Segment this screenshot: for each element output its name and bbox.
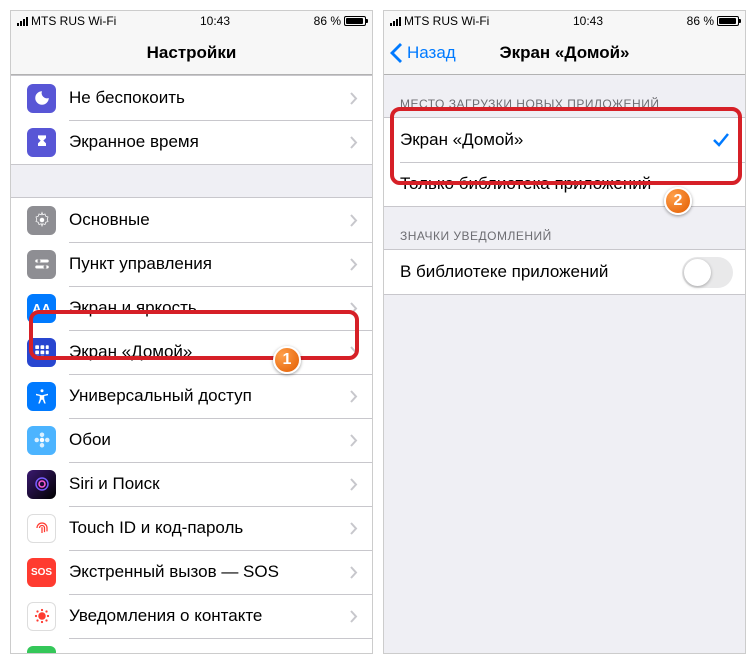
nav-header: Настройки	[11, 31, 372, 75]
chevron-right-icon	[350, 434, 358, 447]
cell-label: Пункт управления	[69, 254, 350, 274]
section-header-download-location: МЕСТО ЗАГРУЗКИ НОВЫХ ПРИЛОЖЕНИЙ	[384, 75, 745, 117]
cell-label: В библиотеке приложений	[400, 262, 682, 282]
chevron-right-icon	[350, 92, 358, 105]
battery-icon	[717, 16, 739, 26]
accessibility-icon	[27, 382, 56, 411]
chevron-right-icon	[350, 214, 358, 227]
switches-icon	[27, 250, 56, 279]
settings-exposure[interactable]: Уведомления о контакте	[11, 594, 372, 638]
badge-1: 1	[273, 346, 301, 374]
chevron-right-icon	[350, 346, 358, 359]
status-time: 10:43	[200, 14, 230, 28]
virus-icon	[27, 602, 56, 631]
toggle-switch[interactable]	[682, 257, 733, 288]
left-screenshot: MTS RUS Wi-Fi 10:43 86 % Настройки Не бе…	[10, 10, 373, 654]
option-home-screen[interactable]: Экран «Домой»	[384, 118, 745, 162]
sos-icon: SOS	[27, 558, 56, 587]
back-label: Назад	[407, 43, 456, 63]
cell-label: Только библиотека приложений	[400, 174, 745, 194]
cell-label: Экстренный вызов — SOS	[69, 562, 350, 582]
chevron-right-icon	[350, 478, 358, 491]
cell-label: Обои	[69, 430, 350, 450]
cell-label: Аккумулятор	[69, 650, 350, 653]
home-screen-settings[interactable]: МЕСТО ЗАГРУЗКИ НОВЫХ ПРИЛОЖЕНИЙ Экран «Д…	[384, 75, 745, 653]
carrier-text: MTS RUS Wi-Fi	[404, 14, 489, 28]
settings-control-center[interactable]: Пункт управления	[11, 242, 372, 286]
chevron-right-icon	[350, 566, 358, 579]
settings-screen-time[interactable]: Экранное время	[11, 120, 372, 164]
settings-accessibility[interactable]: Универсальный доступ	[11, 374, 372, 418]
gear-icon	[27, 206, 56, 235]
settings-wallpaper[interactable]: Обои	[11, 418, 372, 462]
battery-percent: 86 %	[314, 14, 341, 28]
cell-label: Уведомления о контакте	[69, 606, 350, 626]
settings-display[interactable]: AA Экран и яркость	[11, 286, 372, 330]
checkmark-icon	[713, 133, 729, 147]
hourglass-icon	[27, 128, 56, 157]
battery-icon	[344, 16, 366, 26]
status-bar: MTS RUS Wi-Fi 10:43 86 %	[384, 11, 745, 31]
cell-label: Touch ID и код-пароль	[69, 518, 350, 538]
option-badges-in-library[interactable]: В библиотеке приложений	[384, 250, 745, 294]
right-screenshot: MTS RUS Wi-Fi 10:43 86 % Назад Экран «До…	[383, 10, 746, 654]
page-title: Экран «Домой»	[499, 43, 629, 63]
nav-header: Назад Экран «Домой»	[384, 31, 745, 75]
status-time: 10:43	[573, 14, 603, 28]
flower-icon	[27, 426, 56, 455]
page-title: Настройки	[147, 43, 237, 63]
badge-2: 2	[664, 187, 692, 215]
settings-battery[interactable]: Аккумулятор	[11, 638, 372, 653]
chevron-right-icon	[350, 390, 358, 403]
siri-icon	[27, 470, 56, 499]
cell-label: Экранное время	[69, 132, 350, 152]
carrier-text: MTS RUS Wi-Fi	[31, 14, 116, 28]
fingerprint-icon	[27, 514, 56, 543]
cell-label: Экран «Домой»	[400, 130, 713, 150]
cell-label: Экран «Домой»	[69, 342, 350, 362]
back-button[interactable]: Назад	[390, 43, 456, 63]
section-header-badges: ЗНАЧКИ УВЕДОМЛЕНИЙ	[384, 207, 745, 249]
status-bar: MTS RUS Wi-Fi 10:43 86 %	[11, 11, 372, 31]
text-size-icon: AA	[27, 294, 56, 323]
settings-general[interactable]: Основные	[11, 198, 372, 242]
chevron-right-icon	[350, 610, 358, 623]
cell-label: Основные	[69, 210, 350, 230]
cell-label: Siri и Поиск	[69, 474, 350, 494]
battery-icon-cell	[27, 646, 56, 654]
settings-sos[interactable]: SOS Экстренный вызов — SOS	[11, 550, 372, 594]
settings-siri[interactable]: Siri и Поиск	[11, 462, 372, 506]
settings-home-screen[interactable]: Экран «Домой»	[11, 330, 372, 374]
battery-percent: 86 %	[687, 14, 714, 28]
signal-icon	[390, 17, 401, 26]
moon-icon	[27, 84, 56, 113]
settings-touchid[interactable]: Touch ID и код-пароль	[11, 506, 372, 550]
chevron-right-icon	[350, 302, 358, 315]
chevron-right-icon	[350, 522, 358, 535]
chevron-right-icon	[350, 258, 358, 271]
cell-label: Не беспокоить	[69, 88, 350, 108]
cell-label: Экран и яркость	[69, 298, 350, 318]
signal-icon	[17, 17, 28, 26]
apps-grid-icon	[27, 338, 56, 367]
settings-do-not-disturb[interactable]: Не беспокоить	[11, 76, 372, 120]
chevron-right-icon	[350, 136, 358, 149]
cell-label: Универсальный доступ	[69, 386, 350, 406]
settings-list[interactable]: Не беспокоить Экранное время Основные Пу…	[11, 75, 372, 653]
